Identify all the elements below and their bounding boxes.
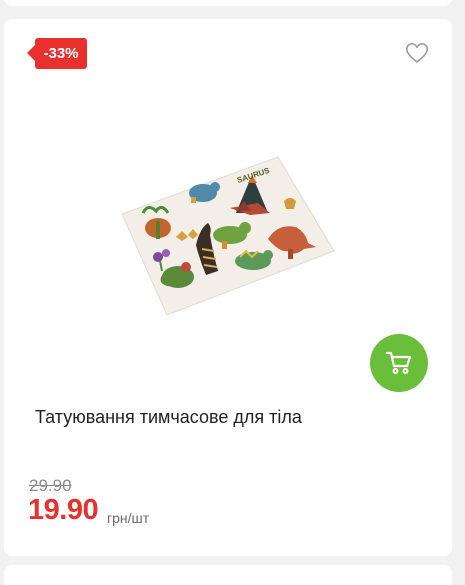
product-title[interactable]: Татуювання тимчасове для тіла: [35, 407, 302, 428]
shopping-cart-icon: [385, 351, 412, 374]
next-product-card: [4, 565, 452, 585]
price-unit: грн/шт: [107, 510, 150, 526]
discount-badge: -33%: [27, 38, 87, 69]
old-price: 29.90: [29, 476, 72, 495]
wishlist-button[interactable]: [404, 41, 430, 65]
product-image[interactable]: SAURUS: [118, 153, 336, 318]
heart-outline-icon: [405, 43, 429, 63]
previous-product-card: [4, 0, 452, 6]
current-price: 19.90: [28, 494, 99, 526]
add-to-cart-button[interactable]: [370, 334, 428, 392]
